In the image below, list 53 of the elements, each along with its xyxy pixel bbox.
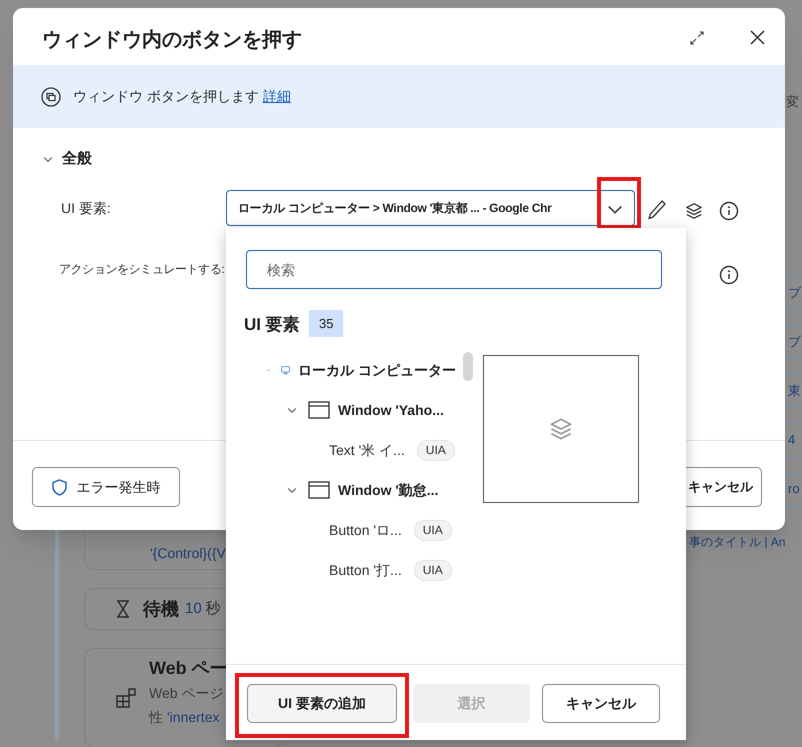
step-detail: '{Control}({V bbox=[150, 544, 226, 563]
dialog-title: ウィンドウ内のボタンを押す bbox=[42, 28, 302, 53]
tree-item[interactable]: ローカル コンピューター bbox=[298, 360, 456, 380]
error-handling-button[interactable]: エラー発生時 bbox=[32, 467, 180, 507]
info-text: ウィンドウ ボタンを押します 詳細 bbox=[73, 87, 291, 106]
info-icon[interactable] bbox=[719, 201, 739, 221]
shield-icon bbox=[52, 478, 66, 496]
dialog-button[interactable]: キャンセル bbox=[542, 684, 660, 723]
details-link[interactable]: 詳細 bbox=[262, 88, 291, 104]
pencil-icon[interactable] bbox=[647, 199, 667, 221]
window-icon bbox=[308, 480, 330, 500]
variable-label: 事のタイトル | An bbox=[689, 534, 786, 551]
tree-item[interactable]: Window '勤怠... bbox=[338, 480, 438, 500]
chip: ro bbox=[784, 472, 802, 506]
info-icon[interactable] bbox=[719, 265, 739, 285]
layers-icon bbox=[549, 417, 573, 441]
tag-badge: UIA bbox=[416, 440, 455, 460]
dialog-button: 選択 bbox=[413, 684, 530, 723]
window-icon bbox=[41, 86, 61, 106]
chip: 東 bbox=[784, 374, 802, 408]
layers-icon[interactable] bbox=[685, 201, 703, 221]
expand-icon[interactable] bbox=[690, 31, 704, 45]
search-field[interactable]: 検索 bbox=[246, 250, 662, 289]
close-icon[interactable] bbox=[750, 30, 765, 45]
step-unit: 秒 bbox=[206, 598, 221, 619]
chip: 4 bbox=[784, 423, 802, 457]
step-detail: 性 bbox=[149, 708, 163, 727]
tag-badge: UIA bbox=[414, 560, 452, 580]
tree-item[interactable]: Button '打... bbox=[329, 560, 402, 580]
step-title: 待機 bbox=[143, 598, 179, 620]
step-value: 10 bbox=[185, 598, 202, 619]
tree-item[interactable]: Window 'Yaho... bbox=[338, 400, 444, 420]
tag-badge: UIA bbox=[414, 520, 452, 540]
dialog-button[interactable]: UI 要素の追加 bbox=[247, 684, 397, 723]
step-detail: 'innertex bbox=[167, 708, 220, 727]
chip: ブ bbox=[784, 276, 802, 310]
hourglass-icon bbox=[115, 600, 131, 618]
field-label: UI 要素: bbox=[61, 199, 111, 218]
scrollbar-thumb[interactable] bbox=[463, 352, 473, 381]
count-badge: 35 bbox=[309, 310, 344, 337]
list-heading: UI 要素 bbox=[244, 314, 300, 336]
field-label: アクションをシミュレートする: bbox=[59, 261, 224, 278]
step-title: Web ペー bbox=[149, 657, 228, 680]
tree-item[interactable]: Text '米 イ... bbox=[329, 440, 405, 460]
tree-item[interactable]: Button 'ロ... bbox=[329, 520, 402, 540]
ui-element-dropdown[interactable]: ローカル コンピューター > Window '東京都 ... - Google Chr bbox=[226, 190, 635, 226]
chip: ブ bbox=[784, 325, 802, 359]
dropdown-value: ローカル コンピューター > Window '東京都 ... - Google Chr bbox=[238, 200, 552, 217]
panel-label: 変 bbox=[786, 93, 799, 111]
window-icon bbox=[308, 400, 330, 420]
step-description: Web ページ bbox=[149, 684, 224, 703]
section-heading: 全般 bbox=[62, 149, 92, 169]
grid-icon bbox=[116, 688, 136, 708]
